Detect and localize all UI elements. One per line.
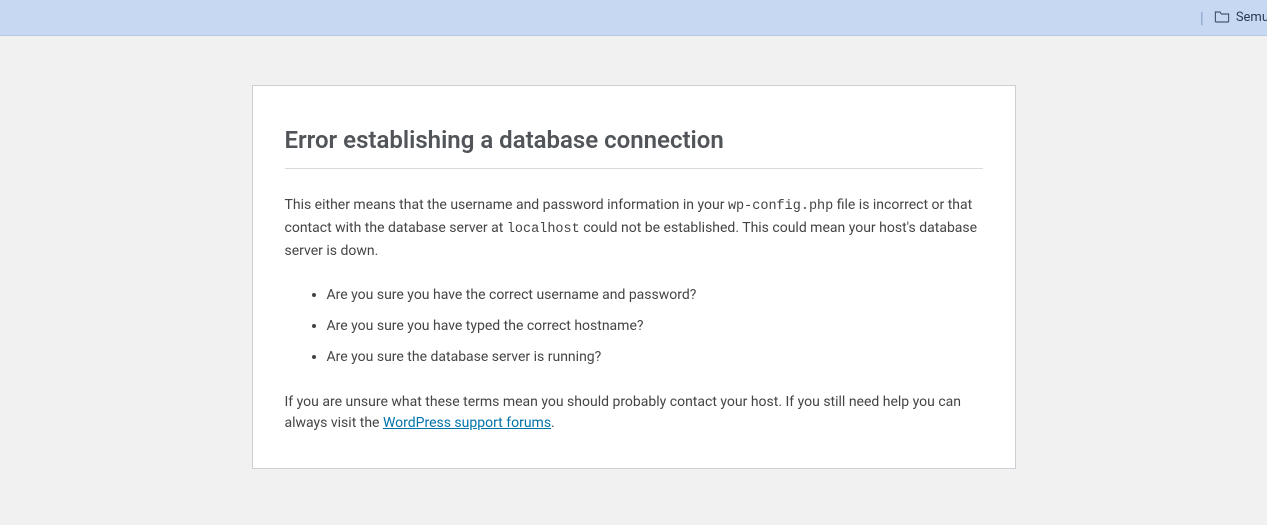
list-item: Are you sure you have typed the correct … — [327, 316, 983, 337]
error-checklist: Are you sure you have the correct userna… — [285, 285, 983, 368]
bookmarks-divider: | — [1200, 8, 1204, 27]
error-p1-text-a: This either means that the username and … — [285, 197, 728, 213]
bookmark-folder-label: Semu — [1236, 10, 1267, 25]
list-item: Are you sure you have the correct userna… — [327, 285, 983, 306]
error-p1-code-2: localhost — [507, 222, 580, 237]
bookmarks-bar: | Semu — [0, 0, 1267, 36]
error-paragraph-2: If you are unsure what these terms mean … — [285, 392, 983, 434]
error-paragraph-1: This either means that the username and … — [285, 195, 983, 263]
error-panel: Error establishing a database connection… — [252, 85, 1016, 469]
support-forums-link[interactable]: WordPress support forums — [383, 415, 551, 431]
bookmark-folder[interactable]: Semu — [1214, 9, 1267, 27]
error-p1-code-1: wp-config.php — [728, 199, 833, 214]
folder-icon — [1214, 9, 1230, 27]
list-item: Are you sure the database server is runn… — [327, 347, 983, 368]
error-p2-text-b: . — [551, 415, 555, 431]
error-title: Error establishing a database connection — [285, 126, 983, 169]
page-content: Error establishing a database connection… — [0, 36, 1267, 469]
